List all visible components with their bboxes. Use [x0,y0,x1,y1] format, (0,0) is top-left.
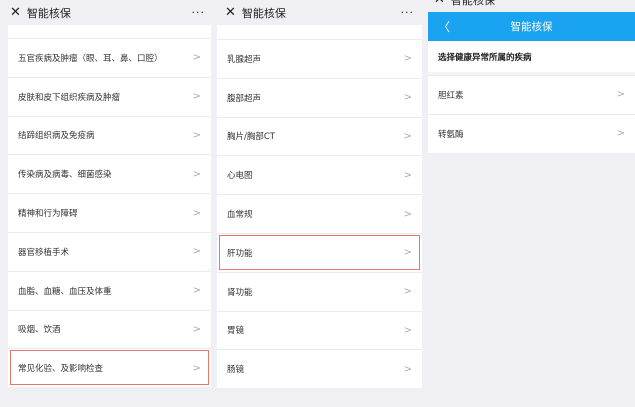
list-item[interactable]: 常见化验、及影响检查 > [8,348,211,387]
window-header: ✕ 智能核保 ··· [424,0,635,12]
nav-title: 智能核保 [510,21,553,33]
section-subtitle: 选择健康异常所属的疾病 [438,52,532,63]
list-item[interactable]: 胆红素 > [428,75,635,114]
list-item-label: 胃镜 [227,326,245,337]
close-icon[interactable]: ✕ [225,5,236,20]
panel-exam-items: ✕ 智能核保 ··· 乳腺超声 > 腹部超声 > 胸片/胸部CT > 心电图 > 血常规 > 肝功能… [215,0,424,407]
list-item-label: 常见化验、及影响检查 [18,364,104,375]
close-icon[interactable]: ✕ [434,0,445,7]
list-item-label: 传染病及病毒、细菌感染 [18,170,112,181]
panel-disease-categories: ✕ 智能核保 ··· 五官疾病及肿瘤（眼、耳、鼻、口腔） > 皮肤和皮下组织疾病及肿… [0,0,215,407]
chevron-right-icon: > [192,91,201,103]
list-item-label: 五官疾病及肿瘤（眼、耳、鼻、口腔） [18,53,163,64]
chevron-right-icon: > [192,129,201,141]
list-item[interactable]: 血常规 > [217,194,422,233]
more-icon[interactable]: ··· [401,6,415,19]
list-item-label: 肾功能 [227,287,253,298]
list-item-label: 精神和行为障碍 [18,209,78,220]
chevron-right-icon: > [403,247,412,259]
chevron-right-icon: > [403,53,412,65]
list-item-partial [217,25,422,39]
chevron-right-icon: > [403,286,412,298]
list-item-label: 肝功能 [227,248,253,259]
list-item-label: 转氨酶 [438,129,464,140]
chevron-right-icon: > [403,208,412,220]
category-list: 五官疾病及肿瘤（眼、耳、鼻、口腔） > 皮肤和皮下组织疾病及肿瘤 > 结蹄组织病及免疫病… [8,25,211,388]
window-header: ✕ 智能核保 ··· [215,0,424,25]
list-item-label: 吸烟、饮酒 [18,325,61,336]
window-header: ✕ 智能核保 ··· [0,0,215,25]
list-item[interactable]: 转氨酶 > [428,113,635,153]
window-title: 智能核保 [241,6,286,20]
list-item-label: 血常规 [227,210,253,221]
list-item-label: 心电图 [227,171,253,182]
list-item-label: 血脂、血糖、血压及体重 [18,286,112,297]
list-item[interactable]: 精神和行为障碍 > [8,193,211,232]
chevron-right-icon: > [616,128,625,140]
chevron-right-icon: > [616,89,625,101]
chevron-right-icon: > [192,207,201,219]
list-item[interactable]: 肝功能 > [217,232,422,272]
more-icon[interactable]: ··· [192,6,206,19]
list-item-label: 器官移植手术 [18,247,70,258]
list-item-label: 腹部超声 [227,93,262,104]
chevron-right-icon: > [192,362,201,374]
exam-list: 乳腺超声 > 腹部超声 > 胸片/胸部CT > 心电图 > 血常规 > 肝功能 > 肾功能 > 胃镜 > 肠镜 > [217,25,422,389]
list-item[interactable]: 肾功能 > [217,271,422,311]
list-item-label: 乳腺超声 [227,54,262,65]
chevron-right-icon: > [403,130,412,142]
chevron-right-icon: > [403,324,412,336]
list-item[interactable]: 胸片/胸部CT > [217,116,422,156]
list-item[interactable]: 腹部超声 > [217,77,422,117]
list-item-label: 胆红素 [438,90,464,101]
list-item-label: 胸片/胸部CT [227,132,275,143]
chevron-right-icon: > [403,92,412,104]
chevron-right-icon: > [192,246,201,258]
list-item[interactable]: 乳腺超声 > [217,39,422,78]
list-item[interactable]: 传染病及病毒、细菌感染 > [8,154,211,193]
list-item[interactable]: 心电图 > [217,155,422,194]
abnormal-list: 选择健康异常所属的疾病 胆红素 > 转氨酶 > [428,41,635,153]
chevron-right-icon: > [192,168,201,180]
list-item[interactable]: 五官疾病及肿瘤（眼、耳、鼻、口腔） > [8,38,211,77]
panel-abnormal-items: ✕ 智能核保 ··· 〈 智能核保 选择健康异常所属的疾病 胆红素 > 转氨酶 > [424,0,635,407]
nav-bar: 〈 智能核保 [428,12,635,41]
window-title: 智能核保 [450,0,495,7]
chevron-right-icon: > [192,285,201,297]
list-item-label: 结蹄组织病及免疫病 [18,131,95,142]
list-item[interactable]: 皮肤和皮下组织疾病及肿瘤 > [8,76,211,116]
close-icon[interactable]: ✕ [10,5,21,20]
window-title: 智能核保 [26,6,71,20]
list-item[interactable]: 肠镜 > [217,349,422,388]
chevron-right-icon: > [192,323,201,335]
list-item[interactable]: 结蹄组织病及免疫病 > [8,115,211,155]
chevron-right-icon: > [403,363,412,375]
back-icon[interactable]: 〈 [438,18,450,35]
list-item[interactable]: 器官移植手术 > [8,231,211,271]
chevron-right-icon: > [192,52,201,64]
list-item-label: 皮肤和皮下组织疾病及肿瘤 [18,92,121,103]
more-icon[interactable]: ··· [612,0,626,6]
list-item-partial [8,25,211,38]
list-item-label: 肠镜 [227,365,245,376]
list-item[interactable]: 吸烟、饮酒 > [8,309,211,349]
list-item[interactable]: 胃镜 > [217,310,422,350]
chevron-right-icon: > [403,169,412,181]
list-item[interactable]: 血脂、血糖、血压及体重 > [8,270,211,310]
